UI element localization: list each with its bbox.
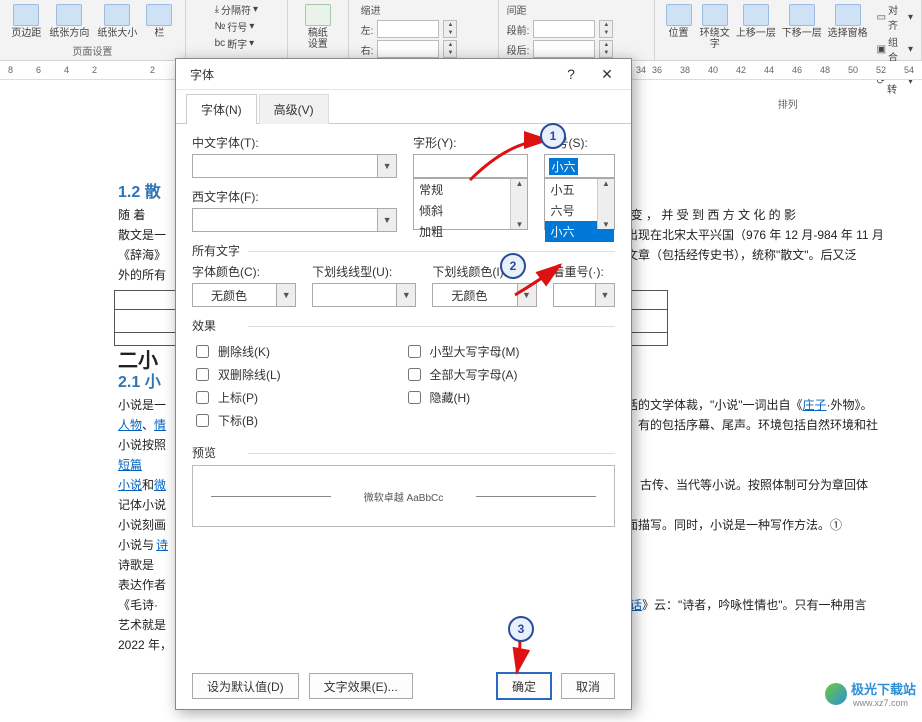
wrap-button[interactable]: 环绕文字: [699, 2, 731, 52]
hidden-checkbox[interactable]: 隐藏(H): [404, 388, 616, 407]
set-default-button[interactable]: 设为默认值(D): [192, 673, 299, 699]
superscript-checkbox[interactable]: 上标(P): [192, 388, 404, 407]
cn-font-label: 中文字体(T):: [192, 134, 397, 151]
dropdown-icon: ▼: [276, 284, 295, 306]
effects-section-label: 效果: [192, 317, 615, 334]
all-text-section-label: 所有文字: [192, 242, 615, 259]
orientation-button[interactable]: 纸张方向: [47, 2, 91, 41]
align-button[interactable]: ▭ 对齐 ▾: [877, 2, 913, 32]
underline-style-label: 下划线线型(U):: [312, 263, 416, 280]
doc-link[interactable]: 庄子: [803, 398, 827, 412]
subscript-checkbox[interactable]: 下标(B): [192, 411, 404, 430]
dropdown-icon: ▼: [377, 155, 396, 177]
position-button[interactable]: 位置: [663, 2, 695, 41]
allcaps-checkbox[interactable]: 全部大写字母(A): [404, 365, 616, 384]
we-font-select[interactable]: ▼: [192, 208, 397, 232]
cn-font-select[interactable]: ▼: [192, 154, 397, 178]
cancel-button[interactable]: 取消: [561, 673, 615, 699]
doc-link[interactable]: 小说: [118, 478, 142, 492]
size-button[interactable]: 纸张大小: [95, 2, 139, 41]
spinner-icon[interactable]: ▲▼: [599, 20, 613, 38]
callout-2: 2: [500, 253, 526, 279]
doc-link[interactable]: 情: [154, 418, 166, 432]
selection-pane-button[interactable]: 选择窗格: [827, 2, 869, 41]
dropdown-icon: ▼: [377, 209, 396, 231]
watermark-logo-icon: [825, 683, 847, 705]
font-color-label: 字体颜色(C):: [192, 263, 296, 280]
strikethrough-checkbox[interactable]: 删除线(K): [192, 342, 404, 361]
tab-font[interactable]: 字体(N): [186, 94, 257, 124]
underline-style-select[interactable]: ▼: [312, 283, 416, 307]
tab-advanced[interactable]: 高级(V): [259, 94, 329, 124]
indent-right-field[interactable]: [377, 40, 439, 58]
spinner-icon[interactable]: ▲▼: [443, 20, 457, 38]
callout-1: 1: [540, 123, 566, 149]
watermark: 极光下载站 www.xz7.com: [825, 679, 916, 708]
dialog-title: 字体: [190, 66, 553, 83]
dropdown-icon: ▼: [595, 284, 614, 306]
callout-3: 3: [508, 616, 534, 642]
close-button[interactable]: ✕: [589, 63, 625, 85]
page-setup-group-label: 页面设置: [72, 43, 112, 60]
spacing-before-label: 段前:: [507, 22, 530, 37]
preview-section-label: 预览: [192, 444, 615, 461]
doc-link[interactable]: 微: [154, 478, 166, 492]
draft-settings-button[interactable]: 稿纸设置: [302, 2, 334, 52]
font-preview: 微软卓越 AaBbCc: [192, 465, 615, 527]
font-dialog: 字体 ? ✕ 字体(N) 高级(V) 中文字体(T): ▼ 西文字体(F): ▼…: [175, 58, 632, 710]
smallcaps-checkbox[interactable]: 小型大写字母(M): [404, 342, 616, 361]
we-font-label: 西文字体(F):: [192, 188, 397, 205]
group-button[interactable]: ▣ 组合 ▾: [877, 34, 913, 64]
send-backward-button[interactable]: 下移一层: [781, 2, 823, 41]
indent-left-label: 左:: [361, 22, 374, 37]
doc-link[interactable]: 人物: [118, 418, 142, 432]
margins-button[interactable]: 页边距: [9, 2, 43, 41]
help-button[interactable]: ?: [553, 63, 589, 85]
columns-button[interactable]: 栏: [143, 2, 175, 41]
indent-right-label: 右:: [361, 42, 374, 57]
spacing-label: 间距: [507, 2, 527, 17]
ribbon: 页边距 纸张方向 纸张大小 栏 页面设置 ⤓分隔符 ▾ №行号 ▾ bc断字 ▾…: [0, 0, 922, 61]
spinner-icon[interactable]: ▲▼: [599, 40, 613, 58]
dropdown-icon: ▼: [396, 284, 415, 306]
bring-forward-button[interactable]: 上移一层: [735, 2, 777, 41]
indent-label: 缩进: [361, 2, 381, 17]
scrollbar[interactable]: ▲▼: [597, 179, 614, 229]
indent-left-field[interactable]: [377, 20, 439, 38]
spacing-after-field[interactable]: [533, 40, 595, 58]
font-color-select[interactable]: 无颜色▼: [192, 283, 296, 307]
doc-link[interactable]: 短篇: [118, 458, 142, 472]
spinner-icon[interactable]: ▲▼: [443, 40, 457, 58]
arrow-icon: [505, 636, 545, 678]
breaks-button[interactable]: ⤓分隔符 ▾: [215, 2, 258, 17]
text-effects-button[interactable]: 文字效果(E)...: [309, 673, 413, 699]
spacing-before-field[interactable]: [533, 20, 595, 38]
double-strike-checkbox[interactable]: 双删除线(L): [192, 365, 404, 384]
hyphen-button[interactable]: bc断字 ▾: [215, 36, 258, 51]
spacing-after-label: 段后:: [507, 42, 530, 57]
linenum-button[interactable]: №行号 ▾: [215, 19, 258, 34]
